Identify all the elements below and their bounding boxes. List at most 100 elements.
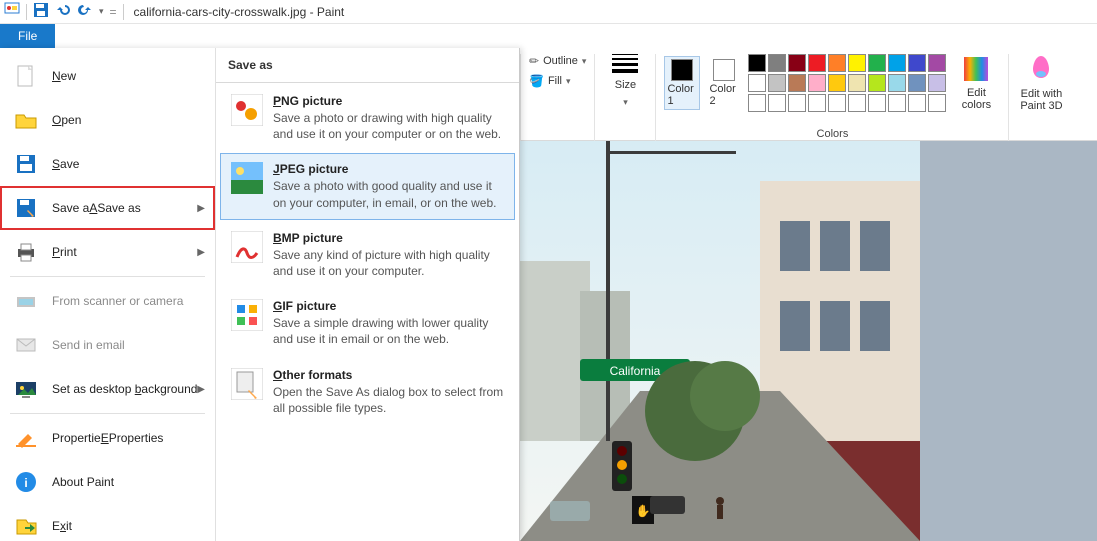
paint-3d-button[interactable]: Edit with Paint 3D <box>1017 54 1065 112</box>
palette-swatch[interactable] <box>908 94 926 112</box>
backstage-item-label: About Paint <box>52 475 114 489</box>
canvas-area[interactable]: California ✋ <box>520 141 1097 541</box>
backstage-item-label: New <box>52 69 76 83</box>
format-description: Save a photo with good quality and use i… <box>273 178 504 210</box>
color-palette[interactable] <box>748 54 946 112</box>
other-format-icon <box>231 368 263 400</box>
backstage-scanner: From scanner or camera <box>0 279 215 323</box>
save-as-panel-header: Save as <box>216 48 519 83</box>
backstage-print[interactable]: Print ▶ <box>0 230 215 274</box>
exit-icon <box>14 514 38 538</box>
file-tab[interactable]: File <box>0 24 55 48</box>
palette-swatch[interactable] <box>868 74 886 92</box>
palette-swatch[interactable] <box>848 74 866 92</box>
backstage-email: Send in email <box>0 323 215 367</box>
backstage-item-label: Open <box>52 113 81 127</box>
backstage-open[interactable]: Open <box>0 98 215 142</box>
palette-swatch[interactable] <box>808 74 826 92</box>
palette-swatch[interactable] <box>908 54 926 72</box>
palette-swatch[interactable] <box>768 54 786 72</box>
undo-icon[interactable] <box>55 2 71 21</box>
backstage-save[interactable]: Save <box>0 142 215 186</box>
format-title: PNG picture <box>273 94 504 108</box>
size-dropdown[interactable]: Size▾ <box>603 54 647 108</box>
qat-dropdown-icon[interactable]: ▾ <box>99 6 104 17</box>
quick-access-toolbar: ▾ = <box>4 2 124 21</box>
palette-swatch[interactable] <box>768 94 786 112</box>
backstage-about[interactable]: i About Paint <box>0 460 215 504</box>
backstage-saveas[interactable]: Save aASave as ▶ <box>0 186 215 230</box>
save-icon[interactable] <box>33 2 49 21</box>
svg-text:i: i <box>24 476 27 490</box>
saveas-format-jpeg[interactable]: JPEG picture Save a photo with good quali… <box>220 153 515 219</box>
palette-swatch[interactable] <box>848 94 866 112</box>
format-title: GIF picture <box>273 299 504 313</box>
color-2-slot[interactable]: Color 2 <box>706 56 742 110</box>
edit-colors-button[interactable]: Edit colors <box>952 55 1000 111</box>
submenu-arrow-icon: ▶ <box>197 384 205 395</box>
outline-icon: ✏ <box>529 54 539 68</box>
saveas-format-gif[interactable]: GIF pictureSave a simple drawing with lo… <box>220 290 515 356</box>
palette-swatch[interactable] <box>868 54 886 72</box>
about-icon: i <box>14 470 38 494</box>
backstage-new[interactable]: New <box>0 54 215 98</box>
fill-dropdown[interactable]: 🪣Fill ▾ <box>529 74 571 88</box>
edit-colors-icon <box>962 55 990 83</box>
save-icon <box>14 152 38 176</box>
open-icon <box>14 108 38 132</box>
palette-swatch[interactable] <box>928 54 946 72</box>
file-backstage: New Open Save Save aASave as ▶ Print ▶ From sca… <box>0 48 520 541</box>
palette-swatch[interactable] <box>888 54 906 72</box>
palette-swatch[interactable] <box>908 74 926 92</box>
palette-swatch[interactable] <box>768 74 786 92</box>
saveas-format-bmp[interactable]: BMP pictureSave any kind of picture with… <box>220 222 515 288</box>
palette-swatch[interactable] <box>888 74 906 92</box>
submenu-arrow-icon: ▶ <box>197 247 205 258</box>
palette-swatch[interactable] <box>928 94 946 112</box>
format-title: JPEG picture <box>273 162 504 176</box>
save-as-panel: Save as PNG pictureSave a photo or drawi… <box>216 48 519 541</box>
email-icon <box>14 333 38 357</box>
backstage-item-label: Exit <box>52 519 72 533</box>
props-icon <box>14 426 38 450</box>
saveas-format-png[interactable]: PNG pictureSave a photo or drawing with … <box>220 85 515 151</box>
redo-icon[interactable] <box>77 2 93 21</box>
palette-swatch[interactable] <box>848 54 866 72</box>
color-1-slot[interactable]: Color 1 <box>664 56 700 110</box>
palette-swatch[interactable] <box>828 74 846 92</box>
backstage-exit[interactable]: Exit <box>0 504 215 541</box>
palette-swatch[interactable] <box>828 54 846 72</box>
backstage-item-label: Send in email <box>52 338 125 352</box>
backstage-item-label: Save aASave as <box>52 201 141 215</box>
jpeg-format-icon <box>231 162 263 194</box>
palette-swatch[interactable] <box>748 54 766 72</box>
bmp-format-icon <box>231 231 263 263</box>
svg-text:✋: ✋ <box>636 504 651 518</box>
backstage-item-label: Print <box>52 245 77 259</box>
color-1-swatch <box>671 59 693 81</box>
menu-bar: File <box>0 24 1097 48</box>
paint-app-icon <box>4 2 20 21</box>
palette-swatch[interactable] <box>828 94 846 112</box>
colors-group-label: Colors <box>817 128 849 140</box>
palette-swatch[interactable] <box>748 94 766 112</box>
format-title: Other formats <box>273 368 504 382</box>
palette-swatch[interactable] <box>788 74 806 92</box>
palette-swatch[interactable] <box>888 94 906 112</box>
svg-text:California: California <box>610 364 661 378</box>
backstage-wallpaper[interactable]: Set as desktop background▶ <box>0 367 215 411</box>
submenu-arrow-icon: ▶ <box>197 203 205 214</box>
palette-swatch[interactable] <box>788 54 806 72</box>
palette-swatch[interactable] <box>788 94 806 112</box>
saveas-format-other[interactable]: Other formatsOpen the Save As dialog box… <box>220 359 515 425</box>
palette-swatch[interactable] <box>868 94 886 112</box>
outline-dropdown[interactable]: ✏Outline ▾ <box>529 54 586 68</box>
palette-swatch[interactable] <box>808 94 826 112</box>
paint-3d-icon <box>1027 54 1055 82</box>
format-description: Save any kind of picture with high quali… <box>273 247 504 279</box>
backstage-item-label: From scanner or camera <box>52 294 183 308</box>
palette-swatch[interactable] <box>808 54 826 72</box>
backstage-props[interactable]: PropertieEProperties <box>0 416 215 460</box>
palette-swatch[interactable] <box>928 74 946 92</box>
palette-swatch[interactable] <box>748 74 766 92</box>
